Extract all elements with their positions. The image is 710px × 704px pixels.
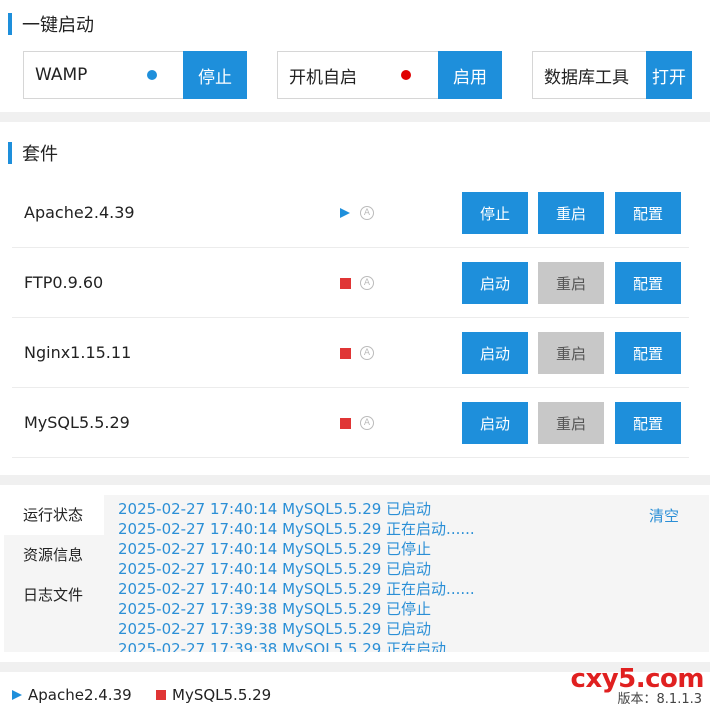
db-tool-label: 数据库工具 [544, 67, 629, 88]
mysql-restart-button[interactable]: 重启 [538, 402, 604, 444]
log-line: 2025-02-27 17:40:14 MySQL5.5.29 已启动 [118, 560, 432, 578]
section-title-quick-start: 一键启动 [8, 11, 94, 37]
autostart-label-box: 开机自启 [277, 51, 438, 99]
auto-start-icon[interactable]: A [360, 276, 374, 290]
apache-restart-button[interactable]: 重启 [538, 192, 604, 234]
suite-name: MySQL5.5.29 [24, 413, 130, 432]
section-title-suite: 套件 [8, 140, 58, 166]
stopped-square-icon [340, 278, 351, 289]
log-line: 2025-02-27 17:39:38 MySQL5.5.29 正在启动....… [118, 640, 475, 652]
autostart-label: 开机自启 [289, 67, 357, 88]
footer-apache-label: Apache2.4.39 [28, 686, 132, 704]
suite-name: Apache2.4.39 [24, 203, 135, 222]
suite-title: 套件 [22, 144, 58, 165]
log-tabs: 运行状态 资源信息 日志文件 [4, 495, 104, 652]
title-accent-bar [8, 13, 12, 35]
watermark-logo: cxy5.com [570, 664, 705, 694]
wamp-label: WAMP [35, 65, 88, 85]
clear-log-button[interactable]: 清空 [649, 505, 679, 526]
nginx-config-button[interactable]: 配置 [615, 332, 681, 374]
quick-start-title: 一键启动 [22, 15, 94, 36]
log-line: 2025-02-27 17:40:14 MySQL5.5.29 已启动 [118, 500, 432, 518]
suite-row-ftp: FTP0.9.60 A 启动 重启 配置 [12, 248, 689, 318]
quick-start-panel: 一键启动 WAMP 停止 开机自启 启用 数据库工具 打开 [0, 0, 710, 112]
tab-resource-info[interactable]: 资源信息 [4, 535, 104, 575]
log-line: 2025-02-27 17:39:38 MySQL5.5.29 已启动 [118, 620, 432, 638]
title-accent-bar [8, 142, 12, 164]
wamp-label-box: WAMP [23, 51, 183, 99]
suite-row-mysql: MySQL5.5.29 A 启动 重启 配置 [12, 388, 689, 458]
play-icon [12, 690, 22, 700]
nginx-restart-button[interactable]: 重启 [538, 332, 604, 374]
apache-config-button[interactable]: 配置 [615, 192, 681, 234]
nginx-start-button[interactable]: 启动 [462, 332, 528, 374]
log-line: 2025-02-27 17:40:14 MySQL5.5.29 正在启动....… [118, 520, 475, 538]
wamp-status-dot [147, 70, 157, 80]
log-line: 2025-02-27 17:39:38 MySQL5.5.29 已停止 [118, 600, 432, 618]
suite-name: Nginx1.15.11 [24, 343, 132, 362]
wamp-group: WAMP 停止 [23, 51, 247, 99]
mysql-start-button[interactable]: 启动 [462, 402, 528, 444]
autostart-status-dot [401, 70, 411, 80]
log-line: 2025-02-27 17:40:14 MySQL5.5.29 正在启动....… [118, 580, 475, 598]
log-line: 2025-02-27 17:40:14 MySQL5.5.29 已停止 [118, 540, 432, 558]
mysql-config-button[interactable]: 配置 [615, 402, 681, 444]
suite-row-nginx: Nginx1.15.11 A 启动 重启 配置 [12, 318, 689, 388]
apache-stop-button[interactable]: 停止 [462, 192, 528, 234]
autostart-group: 开机自启 启用 [277, 51, 502, 99]
ftp-start-button[interactable]: 启动 [462, 262, 528, 304]
suite-row-apache: Apache2.4.39 A 停止 重启 配置 [12, 178, 689, 248]
stop-icon [156, 690, 166, 700]
suite-panel: 套件 Apache2.4.39 A 停止 重启 配置 FTP0.9.60 A 启… [0, 122, 710, 475]
running-play-icon [340, 208, 350, 218]
stopped-square-icon [340, 418, 351, 429]
log-output[interactable]: 2025-02-27 17:40:14 MySQL5.5.29 已启动 2025… [104, 495, 709, 652]
wamp-stop-button[interactable]: 停止 [183, 51, 247, 99]
ftp-restart-button[interactable]: 重启 [538, 262, 604, 304]
db-tool-group: 数据库工具 打开 [532, 51, 692, 99]
auto-start-icon[interactable]: A [360, 206, 374, 220]
stopped-square-icon [340, 348, 351, 359]
db-tool-open-button[interactable]: 打开 [646, 51, 692, 99]
tab-run-status[interactable]: 运行状态 [4, 495, 104, 535]
suite-name: FTP0.9.60 [24, 273, 104, 292]
auto-start-icon[interactable]: A [360, 346, 374, 360]
footer-item-apache: Apache2.4.39 [12, 672, 132, 704]
autostart-enable-button[interactable]: 启用 [438, 51, 502, 99]
auto-start-icon[interactable]: A [360, 416, 374, 430]
tab-log-files[interactable]: 日志文件 [4, 575, 104, 615]
ftp-config-button[interactable]: 配置 [615, 262, 681, 304]
db-tool-label-box: 数据库工具 [532, 51, 646, 99]
footer-item-mysql: MySQL5.5.29 [156, 672, 271, 704]
footer-mysql-label: MySQL5.5.29 [172, 686, 272, 704]
